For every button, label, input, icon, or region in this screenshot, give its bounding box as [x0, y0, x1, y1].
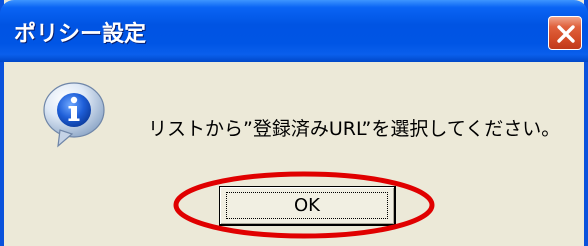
- ok-button-label: OK: [294, 195, 320, 216]
- information-icon: [43, 82, 105, 148]
- close-icon: [557, 25, 575, 43]
- close-button[interactable]: [548, 16, 582, 50]
- title-bar[interactable]: ポリシー設定: [0, 0, 588, 62]
- dialog-message: リストから”登録済みURL”を選択してください。: [148, 118, 561, 140]
- ok-button[interactable]: OK: [219, 186, 396, 226]
- message-dialog: ポリシー設定 リストから”登録済みURL”を選択してください。 OK: [0, 0, 588, 246]
- window-title: ポリシー設定: [14, 22, 147, 47]
